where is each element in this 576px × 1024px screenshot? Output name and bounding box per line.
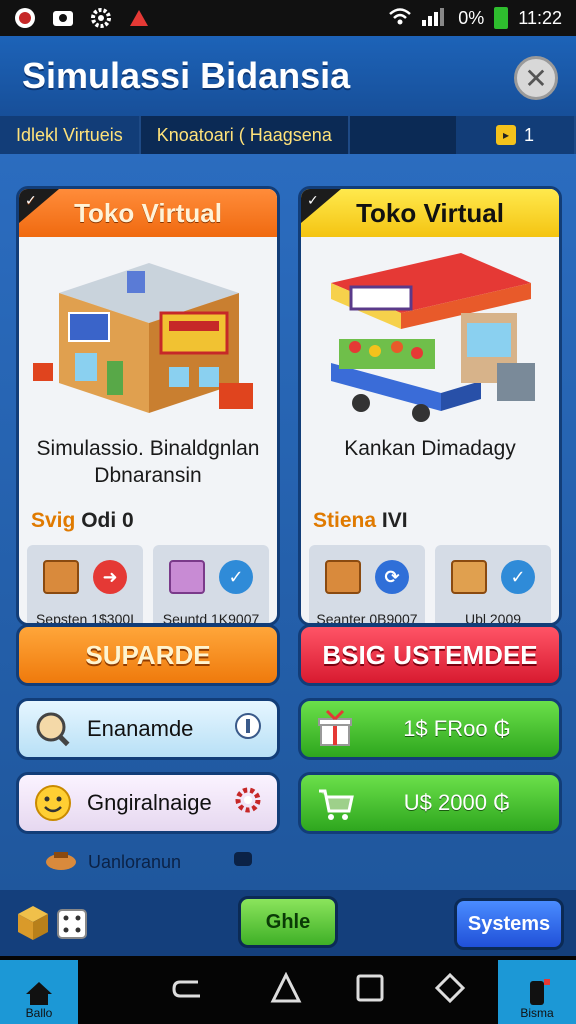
app-header: Simulassi Bidansia ✕	[0, 36, 576, 116]
footer-note-text: Uanloranun	[88, 852, 182, 872]
tab-knowledge[interactable]: Knoatoari ( Haagsena	[141, 116, 350, 154]
status-right: 0% 11:22	[388, 6, 562, 31]
card-header: ✓ Toko Virtual	[301, 189, 559, 237]
nav-right-label: Bisma	[520, 1006, 554, 1020]
battery-percent: 0%	[458, 7, 485, 28]
settings-gear-icon	[90, 7, 112, 29]
option-button-green-1[interactable]: 1$ FRoo ₲	[298, 698, 562, 760]
clock: 11:22	[518, 7, 562, 28]
mini-stats: ⟳ Seanter 0B9007 ✓ Ubl 2009	[309, 545, 551, 623]
card-description: Kankan Dimadagy	[301, 435, 559, 491]
rotate-icon[interactable]	[434, 972, 466, 1009]
system-button[interactable]: BSIG USTEMDEE	[298, 624, 562, 686]
mini-stat-box[interactable]: ✓ Seuntd 1K9007	[153, 545, 269, 623]
price-label: U$ 2000 ₲	[403, 790, 511, 815]
signal-icon	[422, 6, 448, 31]
card-stat-prefix: Svig	[31, 509, 76, 532]
price-label: 1$ FRoo ₲	[403, 716, 511, 741]
gift-icon	[315, 709, 355, 749]
action-bar: Ghle Systems	[0, 890, 576, 956]
main-panel: ✓ Toko Virtual Simulassio. Binaldgnlan D…	[0, 154, 576, 890]
tab-bar: Idlekl Virtueis Knoatoari ( Haagsena ▸ 1	[0, 116, 576, 154]
card-description: Simulassio. Binaldgnlan Dbnaransin	[19, 435, 277, 491]
coin-icon: ▸	[495, 125, 516, 145]
crate-icon	[325, 560, 361, 594]
footer-toggle-icon	[234, 852, 252, 866]
card-title: Toko Virtual	[356, 197, 504, 228]
system-nav-bar: Ballo Bisma	[0, 956, 576, 1024]
gear-icon	[233, 785, 263, 821]
status-bar: 0% 11:22	[0, 0, 576, 36]
home-icon	[21, 978, 57, 1008]
dice-icon[interactable]	[56, 904, 90, 947]
card-description-line1: Simulassio. Binaldgnlan	[36, 437, 260, 460]
info-icon	[233, 711, 263, 747]
crate-icon	[43, 560, 79, 594]
card-stat-value: Odi 0	[81, 509, 134, 532]
camera-icon	[52, 7, 74, 29]
coin-counter[interactable]: ▸ 1	[456, 116, 576, 154]
page-title: Simulassi Bidansia	[22, 55, 351, 96]
option-label: Enanamde	[87, 716, 194, 741]
option-label: Gngiralnaige	[87, 790, 212, 815]
mini-stat-box[interactable]: ✓ Ubl 2009	[435, 545, 551, 623]
sync-icon: ⟳	[375, 560, 409, 594]
close-button[interactable]: ✕	[514, 56, 558, 100]
alert-icon: ➜	[93, 560, 127, 594]
nav-home-tab[interactable]: Ballo	[0, 960, 78, 1024]
smiley-icon	[33, 783, 73, 823]
tab-label: Idlekl Virtueis	[16, 124, 123, 145]
home-nav-icon[interactable]	[270, 971, 302, 1009]
systems-button[interactable]: Systems	[454, 898, 564, 950]
close-icon: ✕	[524, 62, 548, 94]
mini-stats: ➜ Sepsten 1$300I ✓ Seuntd 1K9007	[27, 545, 269, 623]
magnifier-icon	[33, 709, 73, 749]
store-card-left[interactable]: ✓ Toko Virtual Simulassio. Binaldgnlan D…	[16, 186, 280, 626]
nav-home-label: Ballo	[25, 1006, 53, 1020]
card-description-line2: Dbnaransin	[94, 464, 202, 487]
card-stat-value: IVI	[381, 509, 408, 532]
tab-virtual[interactable]: Idlekl Virtueis	[0, 116, 141, 154]
option-button-blue[interactable]: Enanamde	[16, 698, 280, 760]
tab-label: Knoatoari ( Haagsena	[156, 124, 332, 145]
tool-icon	[44, 848, 78, 877]
card-stat: Stiena IVI	[313, 509, 559, 533]
option-button-purple[interactable]: Gngiralnaige	[16, 772, 280, 834]
mini-stat-box[interactable]: ➜ Sepsten 1$300I	[27, 545, 143, 623]
phone-icon	[519, 978, 555, 1008]
corner-tag-icon: ✓	[301, 189, 341, 223]
upgrade-button[interactable]: SUPARDE	[16, 624, 280, 686]
store-building-illustration	[29, 243, 267, 423]
notification-red-icon	[128, 7, 150, 29]
card-header: ✓ Toko Virtual	[19, 189, 277, 237]
option-button-green-2[interactable]: U$ 2000 ₲	[298, 772, 562, 834]
check-icon: ✓	[219, 560, 253, 594]
card-stat-prefix: Stiena	[313, 509, 377, 532]
battery-icon	[494, 7, 509, 29]
footer-note: Uanloranun	[44, 848, 252, 877]
check-icon: ✓	[501, 560, 535, 594]
app-badge-icon	[14, 7, 36, 29]
gift-box-icon	[451, 560, 487, 594]
recents-icon[interactable]	[354, 972, 386, 1009]
coin-count: 1	[523, 124, 534, 145]
nav-right-tab[interactable]: Bisma	[498, 960, 576, 1024]
card-title: Toko Virtual	[74, 197, 222, 228]
back-icon[interactable]	[172, 974, 204, 1009]
cart-icon	[315, 783, 355, 823]
card-stat: Svig Odi 0	[31, 509, 277, 533]
gift-box-icon	[169, 560, 205, 594]
wifi-icon	[388, 6, 412, 31]
center-action-button[interactable]: Ghle	[238, 896, 338, 948]
store-card-right[interactable]: ✓ Toko Virtual Kankan Dimadagy Stiena IV…	[298, 186, 562, 626]
market-stall-illustration	[311, 243, 549, 423]
mini-stat-box[interactable]: ⟳ Seanter 0B9007	[309, 545, 425, 623]
inventory-box-icon[interactable]	[16, 904, 50, 947]
corner-tag-icon: ✓	[19, 189, 59, 223]
card-description-line1: Kankan Dimadagy	[344, 437, 516, 460]
